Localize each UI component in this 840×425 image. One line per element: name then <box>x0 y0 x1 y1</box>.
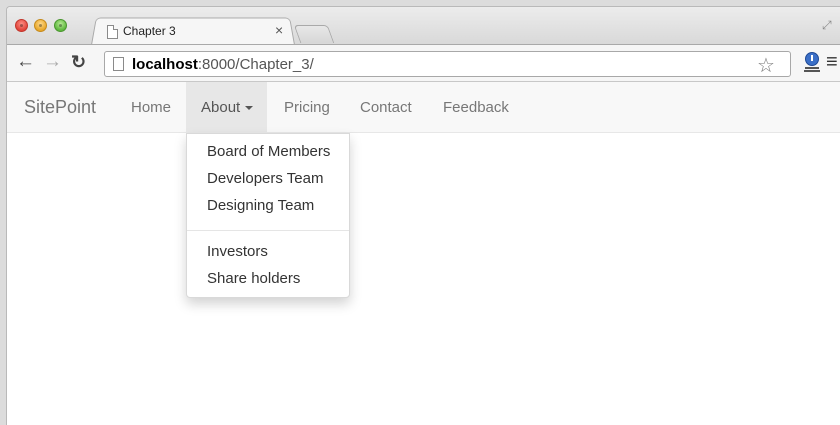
caret-down-icon <box>245 106 254 111</box>
back-arrow-icon[interactable]: ← <box>16 52 35 72</box>
url-host: localhost <box>132 56 198 73</box>
menu-icon[interactable]: ≡ <box>826 52 838 72</box>
tab-close-icon[interactable]: × <box>275 22 283 38</box>
dropdown-divider <box>187 230 349 231</box>
title-bar: Chapter 3 × ⤢ <box>7 7 840 45</box>
minimize-window-icon[interactable] <box>34 19 47 32</box>
nav-link-label: About <box>201 99 241 116</box>
web-page: SitePoint Home About Pricing Contact Fee… <box>7 82 840 425</box>
extension-icon[interactable] <box>802 51 822 73</box>
nav-link-about[interactable]: About <box>186 82 268 133</box>
nav-link-label: Pricing <box>284 99 330 116</box>
tab-title: Chapter 3 <box>123 24 176 38</box>
nav-link-pricing[interactable]: Pricing <box>269 82 345 133</box>
site-navbar: SitePoint Home About Pricing Contact Fee… <box>7 82 840 133</box>
maximize-window-icon[interactable] <box>54 19 67 32</box>
page-icon <box>113 57 124 71</box>
brand-link[interactable]: SitePoint <box>24 97 96 118</box>
star-icon[interactable]: ☆ <box>757 53 775 78</box>
dropdown-item-developers-team[interactable]: Developers Team <box>187 166 349 192</box>
nav-link-feedback[interactable]: Feedback <box>428 82 524 133</box>
browser-tab-content[interactable]: Chapter 3 × <box>103 21 293 43</box>
reload-icon[interactable]: ↻ <box>71 52 86 72</box>
forward-arrow-icon[interactable]: → <box>43 52 62 72</box>
address-bar[interactable]: localhost:8000/Chapter_3/ ☆ <box>104 51 791 77</box>
nav-link-label: Feedback <box>443 99 509 116</box>
nav-link-label: Home <box>131 99 172 116</box>
fullscreen-icon[interactable]: ⤢ <box>822 18 832 33</box>
browser-toolbar: ← → ↻ localhost:8000/Chapter_3/ ☆ ≡ <box>7 44 840 82</box>
nav-link-contact[interactable]: Contact <box>345 82 427 133</box>
url-text[interactable]: localhost:8000/Chapter_3/ <box>132 56 314 73</box>
new-tab-button[interactable] <box>293 25 335 43</box>
dropdown-item-share-holders[interactable]: Share holders <box>187 266 349 292</box>
nav-link-home[interactable]: Home <box>116 82 186 133</box>
dropdown-item-investors[interactable]: Investors <box>187 239 349 265</box>
url-path: :8000/Chapter_3/ <box>197 56 314 73</box>
dropdown-item-designing-team[interactable]: Designing Team <box>187 193 349 219</box>
browser-window: Chapter 3 × ⤢ ← → ↻ localhost:8000/Chapt… <box>6 6 840 425</box>
about-dropdown-menu: Board of Members Developers Team Designi… <box>186 133 350 298</box>
close-window-icon[interactable] <box>15 19 28 32</box>
page-icon <box>107 25 118 39</box>
nav-link-label: Contact <box>360 99 412 116</box>
dropdown-item-board-of-members[interactable]: Board of Members <box>187 139 349 165</box>
